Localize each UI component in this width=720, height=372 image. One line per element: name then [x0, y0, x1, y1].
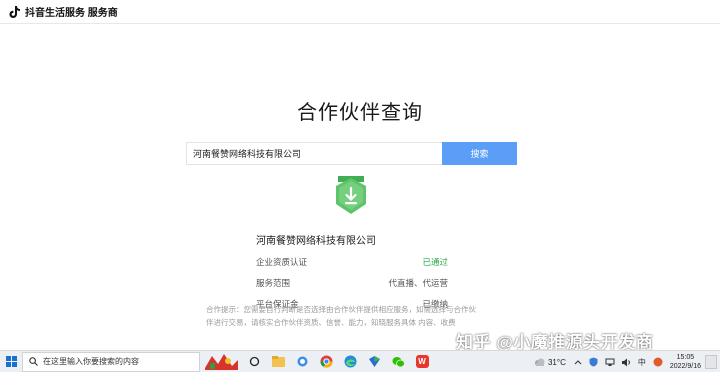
volume-icon[interactable] [620, 356, 632, 368]
ime-indicator[interactable]: 中 [636, 356, 648, 368]
weather-temperature: 31°C [547, 357, 566, 367]
clock-date: 2022/9/16 [669, 363, 701, 370]
start-icon[interactable] [0, 351, 22, 372]
chrome-icon[interactable] [314, 352, 338, 372]
row-label: 企业资质认证 [256, 257, 308, 267]
wps-icon[interactable]: W [410, 352, 434, 372]
verified-badge-icon [334, 176, 368, 216]
search-button[interactable]: 搜索 [442, 142, 517, 165]
edge-icon[interactable] [338, 352, 362, 372]
task-view-icon[interactable] [242, 352, 266, 372]
result-company-name: 河南餐赞网络科技有限公司 [256, 236, 376, 247]
app-tray-icon[interactable] [652, 356, 664, 368]
weather-widget[interactable]: 31°C [534, 358, 566, 367]
taskbar-search-placeholder: 在这里输入你要搜索的内容 [43, 357, 139, 366]
file-explorer-icon[interactable] [266, 352, 290, 372]
chevron-up-icon[interactable] [572, 356, 584, 368]
app-icon[interactable] [362, 352, 386, 372]
taskbar-pinned-apps: W [242, 352, 434, 372]
clock-time: 15:05 [676, 354, 695, 361]
network-icon[interactable] [604, 356, 616, 368]
search-bar: 搜索 [186, 142, 517, 165]
system-tray: 31°C 中 15:05 2022/9/16 [534, 351, 720, 372]
search-highlight-art-icon[interactable] [202, 352, 240, 372]
main-content: 合作伙伴查询 搜索 河南餐赞网络科技有限公司 企业资质认证 已通过 服务范围 代… [0, 24, 720, 350]
row-label: 服务范围 [256, 278, 291, 288]
brand-title[interactable]: 抖音生活服务 服务商 [25, 4, 118, 19]
cloud-icon [534, 358, 545, 366]
row-value: 代直播、代运营 [388, 278, 448, 288]
row-service-scope: 服务范围 代直播、代运营 [256, 277, 448, 291]
page-title: 合作伙伴查询 [297, 102, 423, 124]
clock[interactable]: 15:05 2022/9/16 [670, 353, 701, 371]
taskbar-search-input[interactable]: 在这里输入你要搜索的内容 [22, 351, 200, 372]
search-icon [29, 357, 38, 366]
taskbar: 在这里输入你要搜索的内容 W 31°C 中 15:05 2022/9/16 [0, 350, 720, 372]
douyin-logo-icon[interactable] [8, 5, 20, 18]
app-header: 抖音生活服务 服务商 [0, 0, 720, 24]
chat-icon[interactable] [290, 352, 314, 372]
wechat-icon[interactable] [386, 352, 410, 372]
shield-icon[interactable] [588, 356, 600, 368]
status-badge: 已通过 [422, 257, 448, 267]
cooperation-hint: 合作提示：您需要自行判断是否选择由合作伙伴提供相应服务，如需选择与合作伙 伴进行… [206, 303, 506, 329]
company-search-input[interactable] [186, 142, 442, 165]
hint-line: 合作提示：您需要自行判断是否选择由合作伙伴提供相应服务，如需选择与合作伙 [206, 305, 476, 314]
notification-icon[interactable] [705, 355, 717, 369]
row-qualification: 企业资质认证 已通过 [256, 256, 448, 270]
